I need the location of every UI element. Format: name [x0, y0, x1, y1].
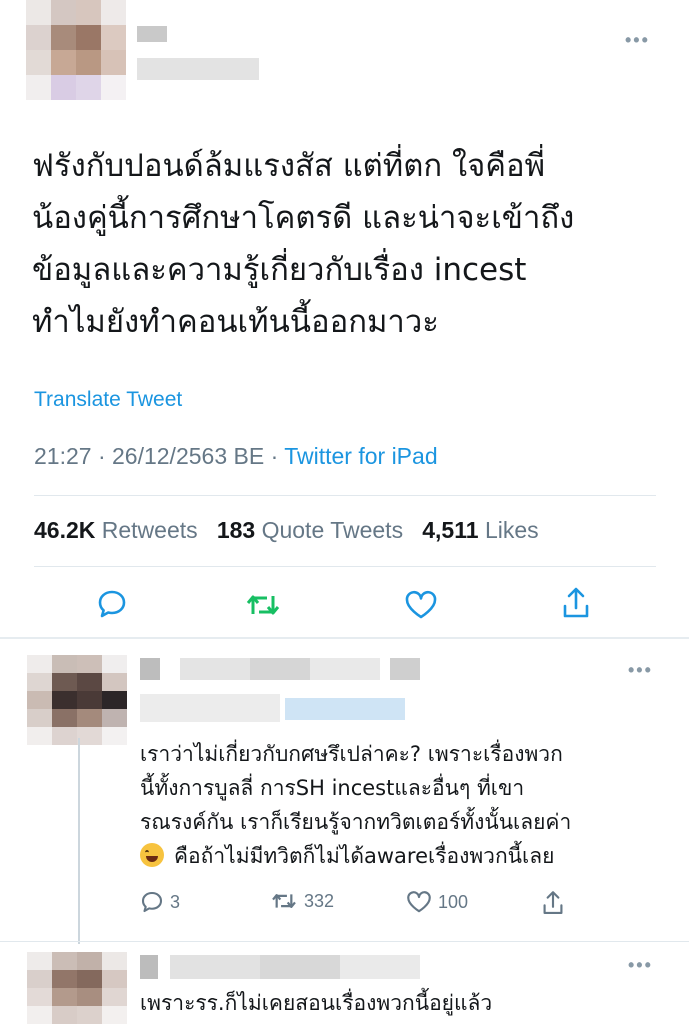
heart-icon	[405, 590, 437, 619]
reply-share-button[interactable]	[541, 890, 565, 916]
reply-line: เพราะรร.ก็ไม่เคยสอนเรื่องพวกนี้อยู่แล้ว	[140, 991, 493, 1015]
reply-line: รณรงค์กัน เราก็เรียนรู้จากทวิตเตอร์ทั้งน…	[140, 810, 572, 834]
main-author-handle-blurred	[137, 58, 259, 80]
reply-text: เราว่าไม่เกี่ยวกับกศษรึเปล่าคะ? เพราะเรื…	[140, 737, 660, 873]
divider	[0, 637, 689, 639]
reply-text: เพราะรร.ก็ไม่เคยสอนเรื่องพวกนี้อยู่แล้ว	[140, 986, 660, 1020]
reply-line: นี้ทั้งการบูลลี่ การSH incestและอื่นๆ ที…	[140, 776, 525, 800]
main-tweet-line: ข้อมูลและความรู้เกี่ยวกับเรื่อง incest	[32, 252, 527, 288]
tweet-meta: 21:27 · 26/12/2563 BE · Twitter for iPad	[34, 443, 438, 470]
reply-line: เราว่าไม่เกี่ยวกับกศษรึเปล่าคะ? เพราะเรื…	[140, 742, 563, 766]
divider	[0, 941, 689, 942]
reply-reply-button[interactable]: 3	[140, 890, 180, 914]
reply-author-name-blurred[interactable]	[140, 658, 430, 680]
tweet-stats: 46.2K Retweets 183 Quote Tweets 4,511 Li…	[34, 517, 539, 544]
reply-author-avatar[interactable]	[27, 952, 127, 1024]
divider	[34, 495, 656, 496]
main-author-name-blurred[interactable]	[137, 26, 167, 42]
quote-tweets-stat[interactable]: 183 Quote Tweets	[217, 517, 403, 543]
laughing-tears-emoji-icon	[140, 843, 164, 867]
retweet-icon	[272, 894, 296, 908]
reply-more-icon[interactable]: •••	[628, 660, 653, 681]
main-author-avatar[interactable]	[26, 0, 126, 100]
heart-icon	[407, 891, 431, 913]
main-tweet-more-icon[interactable]: •••	[625, 30, 650, 51]
share-icon	[543, 891, 563, 915]
reply-handle-blurred	[140, 694, 410, 722]
divider	[34, 566, 656, 567]
main-tweet-text: ฟรังกับปอนด์ล้มแรงสัส แต่ที่ตก ใจคือพี่ …	[32, 140, 662, 348]
retweet-button[interactable]	[245, 590, 281, 625]
reply-author-name-blurred[interactable]	[140, 955, 430, 979]
reply-more-icon[interactable]: •••	[628, 955, 653, 976]
like-count: 100	[438, 891, 469, 912]
main-tweet-line: น้องคู่นี้การศึกษาโคตรดี และน่าจะเข้าถึง	[32, 200, 575, 236]
tweet-source-link[interactable]: Twitter for iPad	[284, 443, 437, 469]
retweets-stat[interactable]: 46.2K Retweets	[34, 517, 198, 543]
meta-separator: ·	[264, 443, 285, 469]
reply-retweet-button[interactable]: 332	[270, 890, 334, 912]
main-tweet-line: ฟรังกับปอนด์ล้มแรงสัส แต่ที่ตก ใจคือพี่	[32, 148, 546, 184]
translate-tweet-link[interactable]: Translate Tweet	[34, 388, 182, 412]
share-icon	[563, 587, 589, 618]
retweet-icon	[246, 595, 280, 615]
reply-icon	[141, 891, 163, 913]
tweet-timestamp[interactable]: 21:27 · 26/12/2563 BE	[34, 443, 264, 469]
reply-like-button[interactable]: 100	[406, 890, 468, 914]
reply-button[interactable]	[96, 588, 128, 625]
retweet-count: 332	[304, 890, 335, 911]
like-button[interactable]	[404, 590, 438, 625]
share-button[interactable]	[561, 586, 591, 625]
reply-icon	[98, 590, 126, 618]
thread-line	[78, 738, 80, 944]
reply-count: 3	[170, 891, 181, 912]
reply-author-avatar[interactable]	[27, 655, 127, 745]
likes-stat[interactable]: 4,511 Likes	[422, 517, 538, 543]
main-tweet-line: ทำไมยังทำคอนเท้นนี้ออกมาวะ	[32, 304, 439, 340]
reply-line: คือถ้าไม่มีทวิตก็ไม่ได้awareเรื่องพวกนี้…	[174, 844, 555, 868]
